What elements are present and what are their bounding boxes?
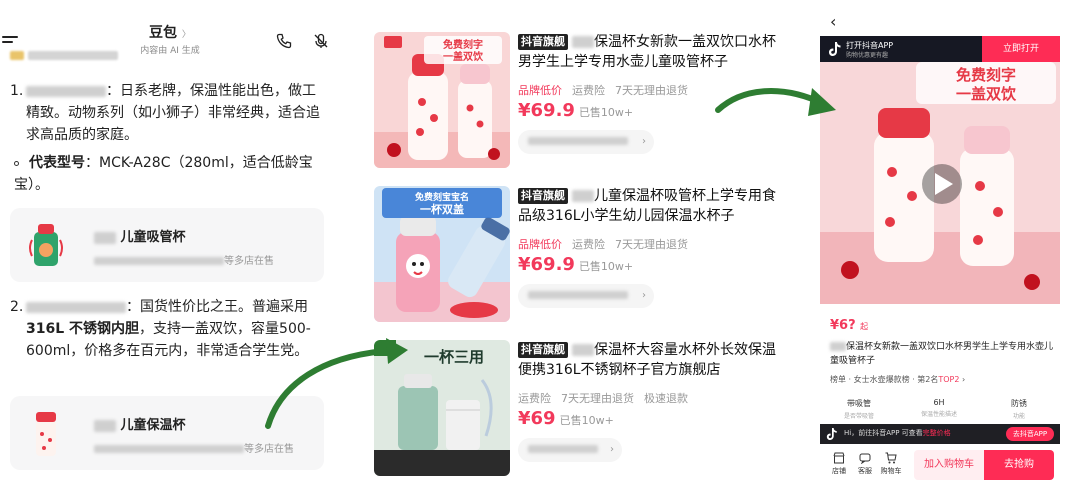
detail-price: ¥6? 起 [830, 318, 869, 333]
product-name: 抖音旗舰 儿童保温杯吸管杯上学专用食品级316L小学生幼儿园保温水杯子 [518, 188, 776, 224]
card-title: 儿童吸管杯 [94, 226, 186, 245]
chat-panel: 豆包 〉 内容由 AI 生成 1. ：日系老牌，保温性能出色，做工精致。动物系列… [0, 0, 340, 488]
shop-link[interactable]: › [518, 130, 654, 154]
notice-text: Hi，前往抖音APP 可查看完整价格 [844, 429, 951, 437]
recommendation-item-1: 1. ：日系老牌，保温性能出色，做工精致。动物系列（如小狮子）非常经典，适合追求… [10, 80, 328, 146]
product-card-1[interactable]: 儿童吸管杯 等多店在售 [10, 208, 324, 282]
product-meta: 运费险 7天无理由退货 极速退款 [518, 392, 688, 405]
sold-count: 已售10w+ [578, 260, 634, 273]
bullet-dot [14, 160, 19, 166]
product-meta: 品牌低价 运费险 7天无理由退货 [518, 84, 688, 97]
product-meta: 品牌低价 运费险 7天无理由退货 [518, 238, 688, 251]
add-to-cart-button[interactable]: 加入购物车 [914, 450, 984, 480]
blurred-shop-name [528, 137, 628, 145]
shop-link[interactable]: › [518, 284, 654, 308]
chevron-right-icon: › [610, 444, 614, 455]
blurred-shops [94, 257, 224, 265]
product-image-2-line2: 一杯双盖 [420, 202, 464, 216]
cut-heading [10, 48, 119, 63]
chevron-right-icon: › [642, 290, 646, 301]
blurred-brand [26, 301, 126, 313]
douyin-logo-icon [826, 428, 837, 440]
product-hero-image[interactable]: 免费刻字 一盖双饮 [820, 62, 1060, 304]
item-number: 2. [10, 299, 24, 315]
blurred-shop-name [528, 291, 628, 299]
product-image-1: 免费刻字 一盖双饮 [374, 32, 510, 168]
douyin-app-banner[interactable]: 打开抖音APP 购物优惠更有趣 立即打开 [820, 36, 1060, 62]
shop-icon[interactable]: 店铺 [828, 452, 850, 476]
product-image-1-line2: 一盖双饮 [443, 50, 484, 63]
flagship-tag: 抖音旗舰 [518, 188, 568, 204]
product-name: 抖音旗舰 保温杯大容量水杯外长效保温便携316L不锈钢杯子官方旗舰店 [518, 342, 776, 378]
product-info: ¥6? 起 保温杯女新款一盖双饮口水杯男学生上学专用水壶儿童吸管杯子 榜单 · … [820, 304, 1060, 424]
product-item-2[interactable]: 免费刻宝宝名 一杯双盖 抖音旗舰 儿童保温杯吸管杯上学专用食品级316L小学生幼儿… [364, 186, 784, 326]
chevron-right-icon: › [642, 136, 646, 147]
card-sub: 等多店在售 [94, 440, 294, 455]
hero-text-line1: 免费刻字 [956, 66, 1016, 84]
product-item-1[interactable]: 免费刻字 一盖双饮 抖音旗舰 保温杯女新款一盖双饮口水杯男学生上学专用水壶儿童吸管… [364, 32, 784, 172]
item-bold: 316L 不锈钢内胆 [26, 321, 140, 337]
go-to-app-button[interactable]: 去抖音APP [1006, 427, 1054, 441]
feature-insulation: 6H 保温性能描述 [920, 398, 957, 418]
card-title: 儿童保温杯 [94, 414, 186, 433]
kids-cup-thumbnail [29, 224, 63, 266]
product-list-panel: 免费刻字 一盖双饮 抖音旗舰 保温杯女新款一盖双饮口水杯男学生上学专用水壶儿童吸管… [364, 10, 784, 488]
open-app-button[interactable]: 立即打开 [982, 36, 1060, 62]
service-icon[interactable]: 客服 [854, 452, 876, 476]
blurred-brand [572, 344, 594, 356]
product-detail-panel: ‹ 打开抖音APP 购物优惠更有趣 立即打开 免费刻字 一盖双饮 ¥6? 起 保… [820, 0, 1060, 488]
sold-count: 已售10w+ [578, 106, 634, 119]
back-icon[interactable]: ‹ [830, 12, 836, 31]
ranking-link[interactable]: 榜单 · 女士水壶爆款榜 · 第2名TOP2 › [830, 374, 965, 385]
product-price: ¥69 已售10w+ [518, 408, 614, 429]
bottom-action-bar: 店铺 客服 购物车 加入购物车 去抢购 [820, 444, 1060, 488]
product-image-2: 免费刻宝宝名 一杯双盖 [374, 186, 510, 322]
product-image-1-line1: 免费刻字 [443, 38, 483, 51]
feature-straw: 带吸管 是否带吸管 [843, 399, 874, 420]
blurred-brand [94, 231, 116, 244]
product-price: ¥69.9 已售10w+ [518, 254, 634, 275]
shop-link[interactable]: › [518, 438, 622, 462]
thermos-thumbnail [36, 412, 56, 456]
product-image-2-line1: 免费刻宝宝名 [415, 191, 469, 203]
model-label: 代表型号 [29, 155, 85, 171]
blurred-brand [26, 85, 106, 97]
feature-rustproof: 防锈 功能 [1011, 399, 1027, 420]
card-sub: 等多店在售 [94, 252, 274, 267]
blurred-brand [94, 419, 116, 432]
hero-text-line2: 一盖双饮 [956, 85, 1017, 103]
blurred-shop-name [528, 445, 598, 453]
buy-now-button[interactable]: 去抢购 [984, 450, 1054, 480]
flagship-tag: 抖音旗舰 [518, 342, 568, 358]
cart-icon[interactable]: 购物车 [880, 452, 902, 476]
item-number: 1. [10, 83, 24, 99]
product-name: 抖音旗舰 保温杯女新款一盖双饮口水杯男学生上学专用水壶儿童吸管杯子 [518, 34, 776, 70]
douyin-logo-icon [829, 42, 841, 56]
sold-count: 已售10w+ [559, 414, 614, 427]
blurred-brand [572, 36, 594, 48]
phone-icon[interactable] [276, 33, 292, 49]
product-image-3: 一杯三用 [374, 340, 510, 476]
product-price: ¥69.9 已售10w+ [518, 100, 634, 121]
app-sub: 购物优惠更有趣 [846, 52, 889, 59]
detail-product-name: 保温杯女新款一盖双饮口水杯男学生上学专用水壶儿童吸管杯子 [830, 342, 1054, 366]
product-image-3-line1: 一杯三用 [424, 348, 484, 366]
product-card-2[interactable]: 儿童保温杯 等多店在售 [10, 396, 324, 470]
flagship-tag: 抖音旗舰 [518, 34, 568, 50]
blurred-shops [94, 445, 244, 453]
app-notice-bar: Hi，前往抖音APP 可查看完整价格 去抖音APP [820, 424, 1060, 444]
mute-icon[interactable] [313, 33, 329, 49]
item-text-a: ：国货性价比之王。普遍采用 [126, 299, 308, 315]
product-item-3[interactable]: 一杯三用 抖音旗舰 保温杯大容量水杯外长效保温便携316L不锈钢杯子官方旗舰店 运… [364, 340, 784, 480]
recommendation-item-2: 2. ：国货性价比之王。普遍采用 316L 不锈钢内胆，支持一盖双饮，容量500… [10, 296, 328, 362]
blurred-brand [572, 190, 594, 202]
blurred-brand [830, 342, 846, 351]
model-bullet: 代表型号：MCK-A28C（280ml，适合低龄宝宝）。 [14, 152, 324, 196]
